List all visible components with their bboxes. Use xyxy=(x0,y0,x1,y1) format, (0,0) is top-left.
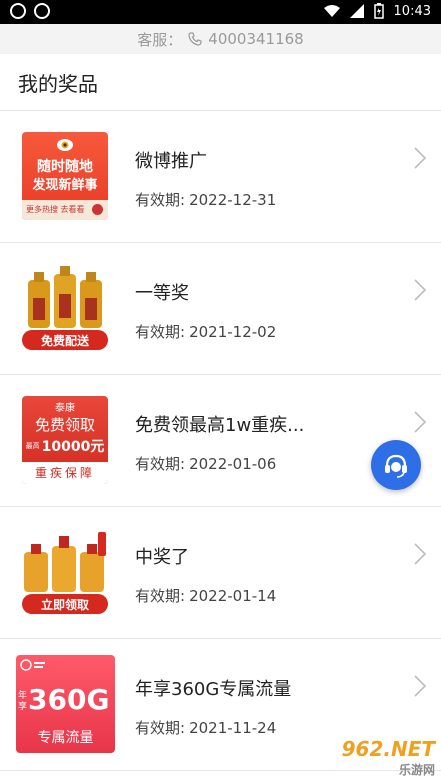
status-notification-icons xyxy=(10,3,50,19)
prize-list: 随时随地 发现新鲜事 更多热搜 去看看 微博推广 有效期: 2022-12-31 … xyxy=(0,111,441,771)
list-item-prize[interactable]: 泰康 免费领取 最高 10000元 重疾保障 免费领最高1w重疾... 有效期:… xyxy=(0,375,441,507)
chevron-right-icon xyxy=(414,543,427,565)
list-item-prize[interactable]: 立即领取 中奖了 有效期: 2022-01-14 xyxy=(0,507,441,639)
prize-title: 年享360G专属流量 xyxy=(135,679,292,700)
battery-icon xyxy=(373,3,384,19)
prize-title: 微博推广 xyxy=(135,151,207,172)
list-item-prize[interactable]: 免费配送 一等奖 有效期: 2021-12-02 xyxy=(0,243,441,375)
prize-thumbnail-weibo: 随时随地 发现新鲜事 更多热搜 去看看 xyxy=(22,132,108,220)
weibo-icon xyxy=(57,139,73,151)
thumb-badge-text: 立即领取 xyxy=(40,598,89,612)
phone-icon xyxy=(188,32,202,46)
expiry-label: 有效期: xyxy=(135,323,186,341)
page-title: 我的奖品 xyxy=(18,72,98,96)
expiry-label: 有效期: xyxy=(135,455,186,473)
customer-service-bar[interactable]: 客服： 4000341168 xyxy=(0,24,441,54)
service-phone[interactable]: 4000341168 xyxy=(208,30,303,48)
thumb-footer-text: 重疾保障 xyxy=(34,466,95,480)
expiry-label: 有效期: xyxy=(135,719,186,737)
thumb-footer: 更多热搜 去看看 xyxy=(22,200,108,220)
sync-icon xyxy=(34,3,50,19)
liquor-bottles-icon xyxy=(24,532,106,592)
prize-thumbnail-insurance: 泰康 免费领取 最高 10000元 重疾保障 xyxy=(22,396,108,484)
thumb-big: 360G xyxy=(28,683,110,716)
watermark-brand: 962.NET xyxy=(341,737,435,761)
prize-expiry: 有效期: 2022-01-06 xyxy=(135,453,276,474)
prize-thumbnail-data-plan: 年享 360G 专属流量 xyxy=(16,655,115,753)
expiry-label: 有效期: xyxy=(135,587,186,605)
thumb-badge-text: 免费配送 xyxy=(40,334,89,348)
expiry-label: 有效期: xyxy=(135,191,186,209)
prize-expiry: 有效期: 2022-12-31 xyxy=(135,189,276,210)
cellular-icon xyxy=(349,4,364,18)
status-right-group: 10:43 xyxy=(323,3,431,19)
thumb-footer: 重疾保障 xyxy=(22,462,108,484)
watermark-sub: 乐游网 xyxy=(398,763,435,777)
thumb-badge: 免费配送 xyxy=(22,330,108,350)
prize-expiry: 有效期: 2022-01-14 xyxy=(135,585,276,606)
unicom-logo-icon xyxy=(20,659,45,671)
expiry-date: 2022-12-31 xyxy=(189,191,277,209)
thumb-amount-row: 最高 10000元 xyxy=(24,436,106,456)
status-time: 10:43 xyxy=(393,3,431,19)
thumb-side: 年享 xyxy=(18,691,28,712)
thumb-small: 最高 xyxy=(25,442,40,450)
expiry-date: 2022-01-14 xyxy=(189,587,277,605)
status-bar: 10:43 xyxy=(0,0,441,24)
thumb-footer: 专属流量 xyxy=(37,730,94,746)
thumb-line1: 随时随地 xyxy=(37,159,93,175)
service-label: 客服： xyxy=(137,30,183,49)
thumb-footer-text: 更多热搜 去看看 xyxy=(26,205,85,214)
section-header: 我的奖品 xyxy=(0,54,441,111)
sync-icon xyxy=(10,3,26,19)
expiry-date: 2021-11-24 xyxy=(189,719,277,737)
wifi-icon xyxy=(323,5,340,17)
list-item-prize[interactable]: 随时随地 发现新鲜事 更多热搜 去看看 微博推广 有效期: 2022-12-31 xyxy=(0,111,441,243)
thumb-line2: 发现新鲜事 xyxy=(32,178,98,193)
prize-thumbnail-liquor: 免费配送 xyxy=(20,264,110,352)
chevron-right-icon xyxy=(414,147,427,169)
headset-icon xyxy=(385,454,407,478)
liquor-bottles-icon xyxy=(28,266,102,328)
prize-title: 一等奖 xyxy=(135,283,189,304)
customer-service-button[interactable] xyxy=(371,440,421,490)
chevron-right-icon xyxy=(414,279,427,301)
chevron-right-icon xyxy=(414,675,427,697)
prize-title: 免费领最高1w重疾... xyxy=(135,415,305,436)
prize-expiry: 有效期: 2021-12-02 xyxy=(135,321,276,342)
thumb-amount: 10000元 xyxy=(41,439,105,455)
thumb-brand: 泰康 xyxy=(55,403,75,414)
chevron-right-icon xyxy=(414,411,427,433)
prize-thumbnail-liquor-claim: 立即领取 xyxy=(20,528,110,616)
prize-title: 中奖了 xyxy=(135,547,189,568)
site-watermark: 962.NET 乐游网 xyxy=(342,737,435,778)
expiry-date: 2021-12-02 xyxy=(189,323,277,341)
prize-expiry: 有效期: 2021-11-24 xyxy=(135,717,276,738)
thumb-badge: 立即领取 xyxy=(22,594,108,614)
expiry-date: 2022-01-06 xyxy=(189,455,277,473)
arrow-circle-icon xyxy=(92,204,103,215)
thumb-line1: 免费领取 xyxy=(34,416,95,434)
